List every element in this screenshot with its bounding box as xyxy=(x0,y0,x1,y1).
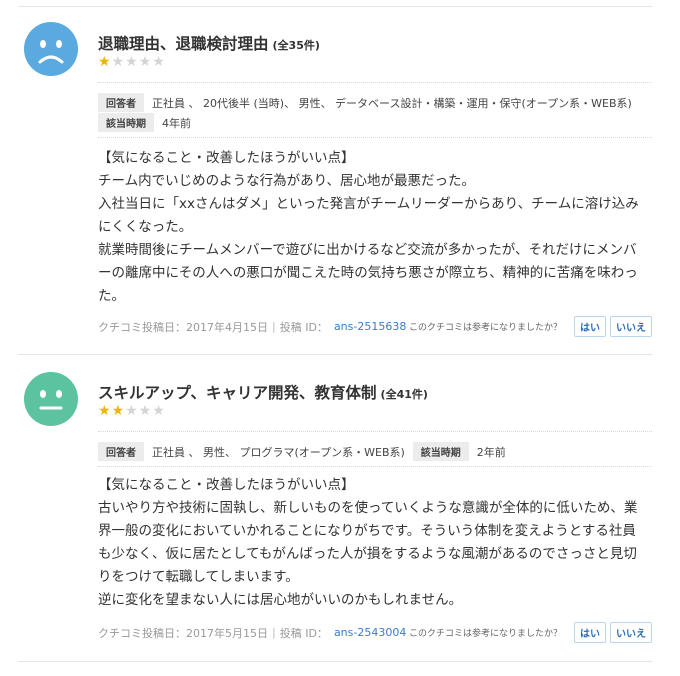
helpful-question: このクチコミは参考になりましたか？ xyxy=(408,323,562,333)
respondent-row: 回答者 正社員 、 20代後半 (当時)、 男性、 データベース設計・構築・運用… xyxy=(98,93,632,112)
divider xyxy=(98,137,652,138)
review-body: 【気になること・改善したほうがいい点】 古いやり方や技術に固執し、新しいものを使… xyxy=(98,474,648,612)
helpful-no-button[interactable]: いいえ xyxy=(610,316,652,337)
period-value: 4年前 xyxy=(162,116,191,130)
separator: | xyxy=(272,626,276,639)
review-line: 【気になること・改善したほうがいい点】 xyxy=(98,477,355,493)
review-title-text: スキルアップ、キャリア開発、教育体制 xyxy=(98,384,377,402)
review-line: 入社当日に「xxさんはダメ」といった発言がチームリーダーからあり、チームに溶け込… xyxy=(98,196,639,212)
star-empty-icon: ★ xyxy=(138,54,152,70)
review-line: も少なく、仮に居たとしてもがんばった人が損をするような風潮があるのでさっさと見切 xyxy=(98,546,637,562)
star-empty-icon: ★ xyxy=(111,54,125,70)
helpful-yes-button[interactable]: はい xyxy=(574,316,606,337)
star-empty-icon: ★ xyxy=(138,403,152,419)
review-line: 界一般の変化においていかれることになりがちです。そういう体制を変えようとする社員 xyxy=(98,523,636,539)
helpful-no-button[interactable]: いいえ xyxy=(610,622,652,643)
posted-date: クチコミ投稿日：2017年5月15日 xyxy=(98,626,268,640)
review-divider xyxy=(18,661,652,662)
review-line: 【気になること・改善したほうがいい点】 xyxy=(98,150,355,166)
review-footer: クチコミ投稿日：2017年5月15日 | 投稿 ID： ans-2543004 … xyxy=(98,622,652,643)
review-line: た。 xyxy=(98,288,125,304)
post-id: ans-2515638 xyxy=(333,320,407,333)
divider xyxy=(98,82,652,83)
respondent-row: 回答者 正社員 、 男性、 プログラマ(オープン系・WEB系) 該当時期 2年前 xyxy=(98,442,506,461)
review-footer: クチコミ投稿日：2017年4月15日 | 投稿 ID： ans-2515638 … xyxy=(98,316,652,337)
review-line: 逆に変化を望まない人には居心地がいいのかもしれません。 xyxy=(98,592,463,608)
star-filled-icon: ★ xyxy=(98,403,111,419)
divider xyxy=(98,431,652,432)
post-id-label: 投稿 ID： xyxy=(279,320,328,334)
separator: | xyxy=(272,320,276,333)
posted-date: クチコミ投稿日：2017年4月15日 xyxy=(98,320,268,334)
rating-stars: ★ ★ ★ ★ ★ xyxy=(98,404,165,418)
star-filled-icon: ★ xyxy=(98,54,111,70)
post-id-label: 投稿 ID： xyxy=(279,626,328,640)
star-empty-icon: ★ xyxy=(152,403,165,419)
star-empty-icon: ★ xyxy=(125,54,138,70)
period-tag: 該当時期 xyxy=(412,442,469,461)
star-filled-icon: ★ xyxy=(111,403,125,419)
helpful-yes-button[interactable]: はい xyxy=(574,622,606,643)
period-row: 該当時期 4年前 xyxy=(98,113,191,132)
helpful-question: このクチコミは参考になりましたか？ xyxy=(408,629,562,639)
neutral-face-icon xyxy=(24,372,78,426)
review-body: 【気になること・改善したほうがいい点】 チーム内でいじめのような行為があり、居心… xyxy=(98,147,648,308)
period-value: 2年前 xyxy=(476,445,506,459)
review-line: にくくなった。 xyxy=(98,219,193,235)
review-title[interactable]: 退職理由、退職検討理由 (全35件) xyxy=(98,32,320,54)
respondent-info: 正社員 、 男性、 プログラマ(オープン系・WEB系) xyxy=(152,445,405,459)
review-line: りをつけて転職してしまいます。 xyxy=(98,569,299,585)
respondent-tag: 回答者 xyxy=(98,442,144,461)
star-empty-icon: ★ xyxy=(152,54,165,70)
respondent-tag: 回答者 xyxy=(98,93,144,112)
review-count: (全41件) xyxy=(380,388,428,401)
review-divider xyxy=(18,354,652,355)
review-line: チーム内でいじめのような行為があり、居心地が最悪だった。 xyxy=(98,173,476,189)
sad-face-icon xyxy=(24,22,78,76)
respondent-info: 正社員 、 20代後半 (当時)、 男性、 データベース設計・構築・運用・保守(… xyxy=(152,96,632,110)
review-line: 就業時間後にチームメンバーで遊びに出かけるなど交流が多かったが、それだけにメンバ xyxy=(98,242,637,258)
post-id: ans-2543004 xyxy=(333,626,407,639)
period-tag: 該当時期 xyxy=(98,113,154,132)
review-line: 古いやり方や技術に固執し、新しいものを使っていくような意識が全体的に低いため、業 xyxy=(98,500,638,516)
review-count: (全35件) xyxy=(272,39,320,52)
review-title[interactable]: スキルアップ、キャリア開発、教育体制 (全41件) xyxy=(98,381,428,403)
top-divider xyxy=(18,6,652,7)
review-title-text: 退職理由、退職検討理由 xyxy=(98,35,269,53)
review-line: ーの離席中にその人への悪口が聞こえた時の気持ち悪さが際立ち、精神的に苦痛を味わっ xyxy=(98,265,638,281)
divider xyxy=(98,466,652,467)
star-empty-icon: ★ xyxy=(125,403,138,419)
rating-stars: ★ ★ ★ ★ ★ xyxy=(98,55,165,69)
